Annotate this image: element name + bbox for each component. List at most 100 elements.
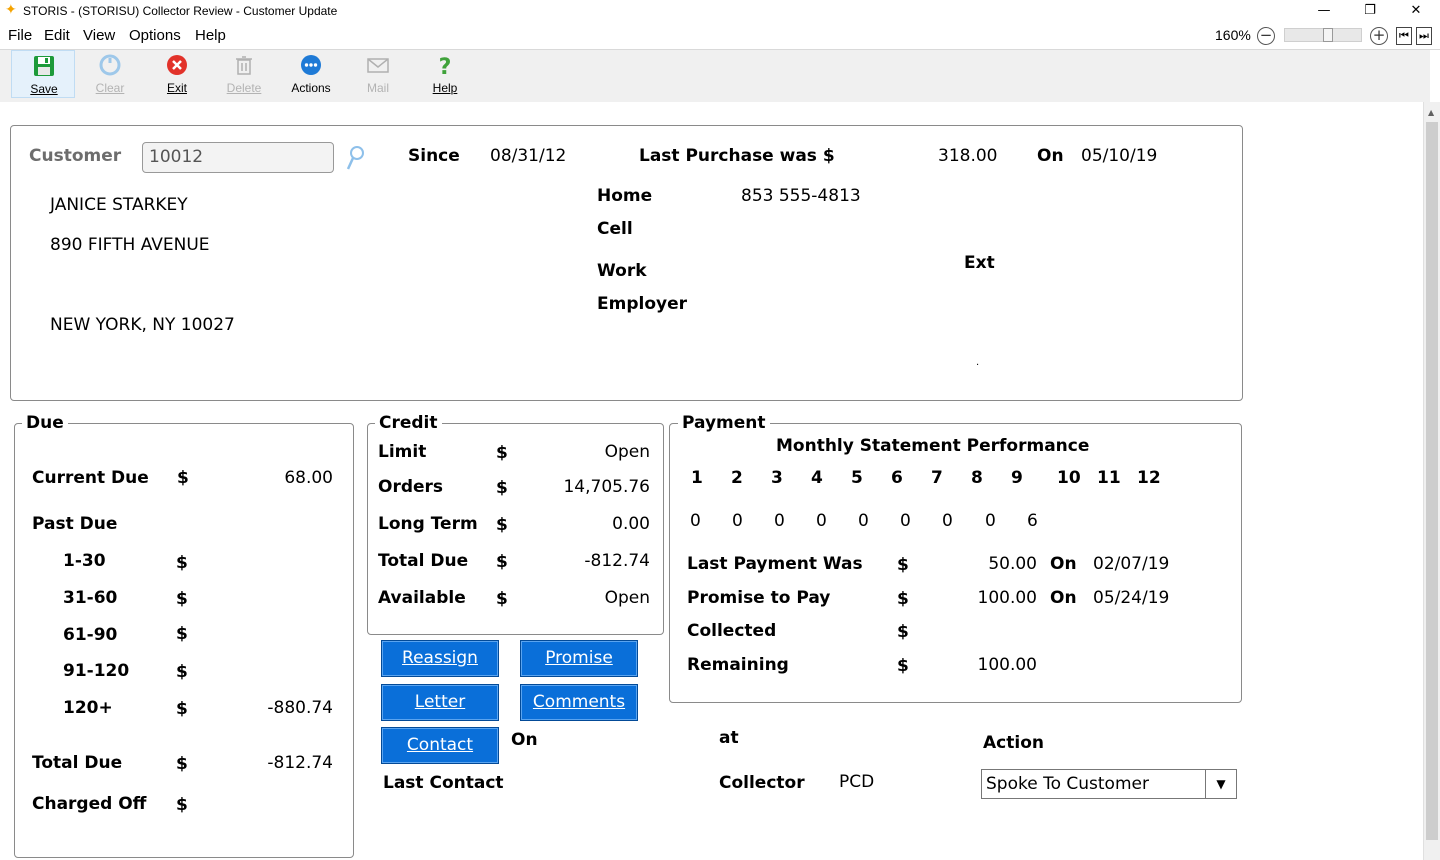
currency-symbol: $ xyxy=(176,589,188,609)
currency-symbol: $ xyxy=(496,443,508,463)
bucket-label: 31-60 xyxy=(63,588,118,608)
performance-month: 9 xyxy=(1011,468,1023,488)
customer-search-icon[interactable] xyxy=(345,145,367,173)
restore-button[interactable]: ❐ xyxy=(1347,0,1393,23)
currency-symbol: $ xyxy=(176,795,188,815)
action-select-value: Spoke To Customer xyxy=(986,774,1149,794)
currency-symbol: $ xyxy=(177,468,189,488)
due-legend: Due xyxy=(22,413,68,433)
performance-value: 0 xyxy=(690,511,701,531)
chevron-down-icon[interactable]: ▼ xyxy=(1205,770,1236,798)
clear-icon xyxy=(99,54,121,76)
help-question-icon: ? xyxy=(439,55,452,76)
actions-button[interactable]: Actions xyxy=(279,50,343,98)
last-record-icon[interactable]: ⏭ xyxy=(1416,27,1432,45)
long-term-label: Long Term xyxy=(378,514,478,534)
customer-city-state-zip: NEW YORK, NY 10027 xyxy=(50,315,235,335)
payment-legend: Payment xyxy=(678,413,770,433)
save-icon xyxy=(34,56,54,76)
since-date: 08/31/12 xyxy=(490,146,567,166)
performance-value: 6 xyxy=(1027,511,1038,531)
performance-value: 0 xyxy=(985,511,996,531)
zoom-slider[interactable] xyxy=(1284,28,1362,42)
bucket-label: 91-120 xyxy=(63,661,130,681)
action-select[interactable]: Spoke To Customer ▼ xyxy=(981,769,1237,799)
menu-help[interactable]: Help xyxy=(195,27,226,44)
extension-label: Ext xyxy=(964,253,995,273)
last-purchase-date: 05/10/19 xyxy=(1081,146,1158,166)
zoom-slider-thumb[interactable] xyxy=(1323,28,1333,42)
employer-label: Employer xyxy=(597,294,687,314)
scrollbar-thumb[interactable] xyxy=(1426,122,1438,840)
performance-month: 4 xyxy=(811,468,823,488)
last-payment-date: 02/07/19 xyxy=(1093,554,1170,574)
bucket-label: 1-30 xyxy=(63,551,106,571)
customer-label: Customer xyxy=(29,146,122,166)
credit-total-due-value: -812.74 xyxy=(584,551,650,571)
mail-label: Mail xyxy=(366,81,389,95)
promise-on-label: On xyxy=(1050,588,1077,608)
performance-value: 0 xyxy=(732,511,743,531)
letter-button[interactable]: Letter xyxy=(381,684,499,721)
currency-symbol: $ xyxy=(176,553,188,573)
long-term-value: 0.00 xyxy=(612,514,650,534)
performance-month: 6 xyxy=(891,468,903,488)
zoom-in-icon[interactable]: + xyxy=(1370,27,1388,45)
zoom-out-icon[interactable]: − xyxy=(1257,27,1275,45)
performance-title: Monthly Statement Performance xyxy=(776,436,1090,456)
reassign-button[interactable]: Reassign xyxy=(381,640,499,677)
bucket-value: -880.74 xyxy=(267,698,333,718)
delete-button[interactable]: Delete xyxy=(212,50,276,98)
close-window-button[interactable]: ✕ xyxy=(1393,0,1439,23)
last-payment-on-label: On xyxy=(1050,554,1077,574)
currency-symbol: $ xyxy=(176,699,188,719)
exit-icon xyxy=(167,55,187,75)
credit-limit-value: Open xyxy=(604,442,650,462)
past-due-label: Past Due xyxy=(32,514,118,534)
performance-value: 0 xyxy=(858,511,869,531)
menu-bar: File Edit View Options Help 160% xyxy=(0,23,1440,50)
first-record-icon[interactable]: ⏮ xyxy=(1396,27,1412,45)
menu-options[interactable]: Options xyxy=(129,27,181,44)
charged-off-label: Charged Off xyxy=(32,794,147,814)
bucket-label: 120+ xyxy=(63,698,113,718)
menu-view[interactable]: View xyxy=(83,27,115,44)
credit-limit-label: Limit xyxy=(378,442,427,462)
scroll-up-icon[interactable]: ▲ xyxy=(1428,108,1434,117)
collector-label: Collector xyxy=(719,773,805,793)
total-due-label: Total Due xyxy=(32,753,123,773)
credit-legend: Credit xyxy=(375,413,442,433)
performance-month: 10 xyxy=(1057,468,1081,488)
bucket-label: 61-90 xyxy=(63,625,118,645)
promise-date: 05/24/19 xyxy=(1093,588,1170,608)
vertical-scrollbar[interactable]: ▲ xyxy=(1423,102,1440,860)
performance-month: 1 xyxy=(691,468,703,488)
minimize-button[interactable]: — xyxy=(1301,0,1347,23)
performance-month: 8 xyxy=(971,468,983,488)
clear-button[interactable]: Clear xyxy=(78,50,142,98)
remaining-amount: 100.00 xyxy=(977,655,1037,675)
contact-button[interactable]: Contact xyxy=(381,727,499,764)
menu-file[interactable]: File xyxy=(8,27,32,44)
mail-button[interactable]: Mail xyxy=(346,50,410,98)
exit-button[interactable]: Exit xyxy=(145,50,209,98)
stray-dot: . xyxy=(976,357,980,368)
promise-button[interactable]: Promise xyxy=(520,640,638,677)
currency-symbol: $ xyxy=(496,478,508,498)
save-label: Save xyxy=(30,82,58,96)
orders-value: 14,705.76 xyxy=(563,477,650,497)
since-label: Since xyxy=(408,146,460,166)
orders-label: Orders xyxy=(378,477,444,497)
help-label: Help xyxy=(432,81,458,95)
customer-number-input[interactable]: 10012 xyxy=(142,142,334,173)
comments-button[interactable]: Comments xyxy=(520,684,638,721)
help-button[interactable]: ? Help xyxy=(413,50,477,98)
customer-address: 890 FIFTH AVENUE xyxy=(50,235,210,255)
last-payment-label: Last Payment Was xyxy=(687,554,863,574)
save-button[interactable]: Save xyxy=(11,50,75,98)
menu-edit[interactable]: Edit xyxy=(44,27,70,44)
contact-on-label: On xyxy=(511,730,538,750)
currency-symbol: $ xyxy=(897,622,909,642)
last-payment-amount: 50.00 xyxy=(988,554,1037,574)
clear-label: Clear xyxy=(95,81,125,95)
